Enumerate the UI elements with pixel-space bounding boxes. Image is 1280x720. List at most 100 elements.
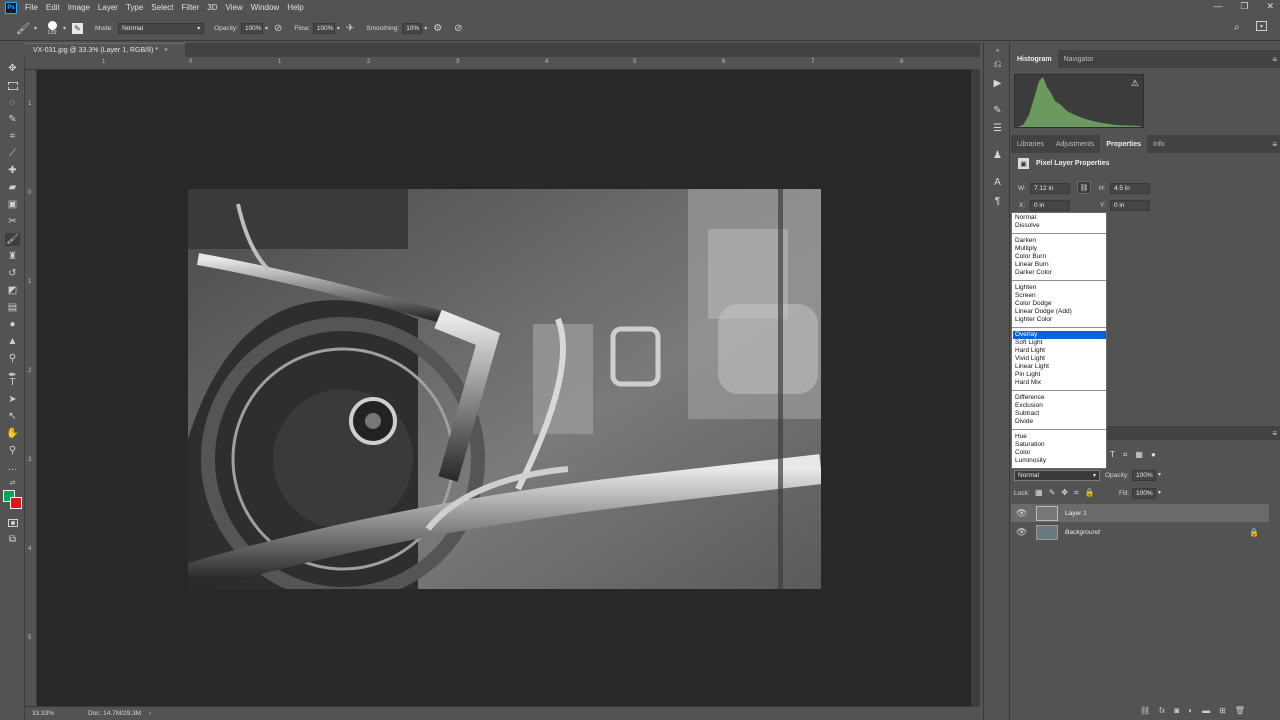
- shape-filter-icon[interactable]: ⌗: [1123, 450, 1128, 460]
- blend-mode-option[interactable]: Hue: [1013, 433, 1106, 441]
- path-selection-tool-icon[interactable]: ➤: [5, 393, 20, 406]
- visibility-eye-icon[interactable]: 👁: [1016, 527, 1030, 538]
- chevron-down-icon[interactable]: ▾: [1158, 489, 1161, 496]
- clone-source-icon[interactable]: ♟: [991, 149, 1004, 162]
- blend-mode-option[interactable]: Divide: [1013, 418, 1106, 426]
- blend-mode-option[interactable]: Exclusion: [1013, 402, 1106, 410]
- tab-adjustments[interactable]: Adjustments: [1050, 135, 1101, 153]
- hand-tool-icon[interactable]: ✋: [5, 427, 20, 440]
- flow-input[interactable]: 100%: [312, 22, 335, 34]
- width-input[interactable]: 7.12 in: [1030, 183, 1070, 194]
- tab-info[interactable]: Info: [1147, 135, 1171, 153]
- layer-row[interactable]: 👁 Background 🔒: [1011, 523, 1269, 541]
- filter-toggle-icon[interactable]: ●: [1151, 450, 1156, 460]
- pressure-opacity-icon[interactable]: ⊘: [274, 23, 282, 34]
- layer-blend-mode-select[interactable]: Normal ▾: [1014, 470, 1100, 481]
- delete-layer-icon[interactable]: 🗑: [1235, 706, 1245, 715]
- panel-menu-icon[interactable]: ≡: [1272, 429, 1277, 438]
- tab-navigator[interactable]: Navigator: [1058, 50, 1100, 68]
- history-panel-icon[interactable]: ⎌: [991, 58, 1004, 71]
- chevron-down-icon[interactable]: ▾: [1158, 471, 1161, 478]
- warning-icon[interactable]: ⚠: [1131, 78, 1139, 89]
- document-tab[interactable]: VX-031.jpg @ 33.3% (Layer 1, RGB/8) * ×: [25, 43, 185, 57]
- menu-image[interactable]: Image: [68, 3, 90, 12]
- pressure-size-icon[interactable]: ⊘: [454, 23, 462, 34]
- blend-mode-option[interactable]: Subtract: [1013, 410, 1106, 418]
- blend-mode-option[interactable]: Color Dodge: [1013, 300, 1106, 308]
- blend-mode-option[interactable]: Linear Light: [1013, 363, 1106, 371]
- fill-input[interactable]: 100%: [1132, 488, 1156, 499]
- lock-position-icon[interactable]: ✥: [1061, 488, 1068, 498]
- blend-mode-option[interactable]: Screen: [1013, 292, 1106, 300]
- add-mask-icon[interactable]: ◙: [1174, 706, 1179, 715]
- character-panel-icon[interactable]: A: [991, 176, 1004, 189]
- menu-filter[interactable]: Filter: [182, 3, 200, 12]
- paragraph-panel-icon[interactable]: ¶: [991, 195, 1004, 208]
- menu-window[interactable]: Window: [251, 3, 279, 12]
- link-dimensions-icon[interactable]: ⛓: [1077, 181, 1091, 194]
- mode-select[interactable]: Normal ▾: [118, 22, 205, 34]
- new-layer-icon[interactable]: ⊞: [1219, 706, 1226, 715]
- menu-file[interactable]: File: [25, 3, 38, 12]
- y-input[interactable]: 0 in: [1110, 200, 1150, 211]
- crop-tool-icon[interactable]: ⌗: [5, 130, 20, 143]
- background-color-swatch[interactable]: [10, 497, 22, 509]
- blend-mode-option[interactable]: Darken: [1013, 237, 1106, 245]
- lasso-tool-icon[interactable]: ◌: [5, 96, 20, 109]
- height-input[interactable]: 4.5 in: [1110, 183, 1150, 194]
- clone-stamp-tool-icon[interactable]: ♜: [5, 250, 20, 263]
- gear-icon[interactable]: ⚙: [433, 23, 442, 34]
- content-aware-move-tool-icon[interactable]: ✂: [5, 215, 20, 228]
- menu-view[interactable]: View: [226, 3, 243, 12]
- lock-artboard-icon[interactable]: ⌗: [1074, 488, 1079, 498]
- status-arrow-icon[interactable]: ›: [149, 711, 151, 717]
- brush-settings-icon[interactable]: ✎: [991, 104, 1004, 117]
- blend-mode-option[interactable]: Hard Light: [1013, 347, 1106, 355]
- adjustment-layer-icon[interactable]: ◐: [1188, 706, 1193, 715]
- brush-settings-panel-icon[interactable]: ✎: [72, 22, 84, 34]
- photoshop-logo[interactable]: Ps: [5, 1, 17, 14]
- blend-mode-option[interactable]: Luminosity: [1013, 457, 1106, 465]
- lock-transparent-icon[interactable]: ▦: [1035, 488, 1043, 498]
- layer-row[interactable]: 👁 Layer 1: [1011, 504, 1269, 522]
- tab-histogram[interactable]: Histogram: [1011, 50, 1058, 68]
- layer-name[interactable]: Background: [1065, 529, 1100, 536]
- more-tools-icon[interactable]: …: [5, 461, 20, 474]
- zoom-level[interactable]: 33.33%: [32, 710, 76, 717]
- lock-all-icon[interactable]: 🔒: [1084, 488, 1094, 498]
- tab-properties[interactable]: Properties: [1100, 135, 1148, 153]
- blur-tool-icon[interactable]: ●: [5, 318, 20, 331]
- menu-edit[interactable]: Edit: [46, 3, 60, 12]
- marquee-tool-icon[interactable]: [5, 79, 20, 92]
- blend-mode-option[interactable]: Difference: [1013, 394, 1106, 402]
- restore-icon[interactable]: ❐: [1240, 1, 1248, 12]
- quick-selection-tool-icon[interactable]: ✎: [5, 113, 20, 126]
- smart-object-filter-icon[interactable]: ▦: [1135, 450, 1143, 460]
- link-layers-icon[interactable]: ⛓: [1140, 706, 1150, 715]
- close-tab-icon[interactable]: ×: [164, 47, 168, 54]
- blend-mode-option[interactable]: Lighten: [1013, 284, 1106, 292]
- quick-mask-icon[interactable]: [5, 516, 20, 529]
- sharpen-tool-icon[interactable]: ▲: [5, 335, 20, 348]
- close-icon[interactable]: ✕: [1266, 1, 1274, 12]
- history-brush-tool-icon[interactable]: ↺: [5, 267, 20, 280]
- search-icon[interactable]: ⌕: [1234, 22, 1240, 33]
- chevron-down-icon[interactable]: ▾: [265, 25, 268, 32]
- chevron-down-icon[interactable]: ▾: [34, 25, 37, 32]
- workspace-icon[interactable]: ▾: [1256, 21, 1267, 31]
- brush-tool-preset-icon[interactable]: 🖌: [12, 22, 34, 35]
- lock-image-icon[interactable]: ✎: [1049, 488, 1056, 498]
- actions-play-icon[interactable]: ▶: [991, 77, 1004, 90]
- document-info[interactable]: Doc: 14.7M/29.3M: [88, 710, 141, 717]
- menu-3d[interactable]: 3D: [207, 3, 217, 12]
- brush-tool-active-icon[interactable]: 🖌: [5, 233, 20, 246]
- blend-mode-option[interactable]: Lighter Color: [1013, 316, 1106, 324]
- airbrush-icon[interactable]: ✈: [346, 23, 354, 34]
- menu-type[interactable]: Type: [126, 3, 143, 12]
- swap-colors-icon[interactable]: ⇄: [5, 476, 20, 489]
- tab-libraries[interactable]: Libraries: [1011, 135, 1050, 153]
- eraser-tool-icon[interactable]: ◩: [5, 284, 20, 297]
- menu-help[interactable]: Help: [287, 3, 303, 12]
- pointer-tool-icon[interactable]: ↖: [5, 410, 20, 423]
- brush-tool-icon[interactable]: ▰: [5, 181, 20, 194]
